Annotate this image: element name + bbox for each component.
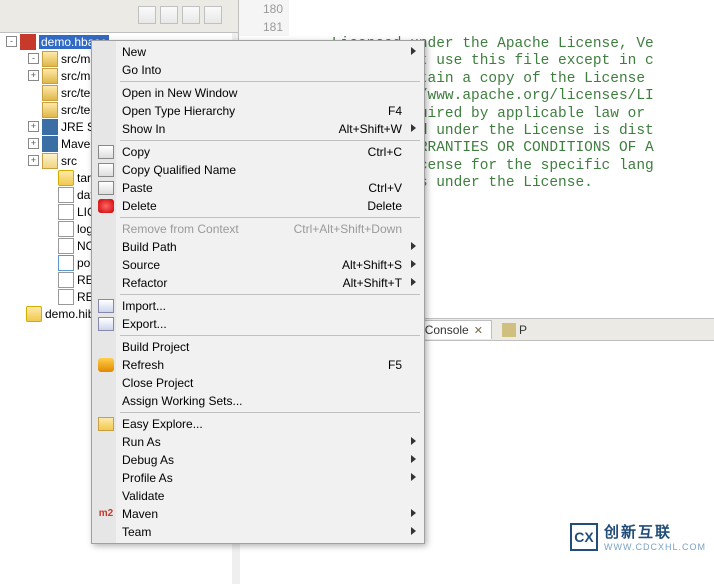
submenu-arrow-icon xyxy=(411,509,416,517)
expand-icon xyxy=(28,87,39,98)
delete-icon xyxy=(98,199,114,213)
toolbar-icon-2[interactable] xyxy=(160,6,178,24)
context-menu: New Go Into Open in New Window Open Type… xyxy=(91,40,425,544)
expand-icon[interactable]: - xyxy=(6,36,17,47)
fldr-icon xyxy=(26,306,42,322)
tab-p[interactable]: P xyxy=(494,321,535,339)
copy-icon xyxy=(98,145,114,159)
menu-new[interactable]: New xyxy=(94,43,422,61)
menu-copy-qualified-name[interactable]: Copy Qualified Name xyxy=(94,161,422,179)
menu-source[interactable]: SourceAlt+Shift+S xyxy=(94,256,422,274)
file-icon xyxy=(58,289,74,305)
submenu-arrow-icon xyxy=(411,473,416,481)
watermark-logo-icon: CX xyxy=(570,523,598,551)
submenu-arrow-icon xyxy=(411,242,416,250)
menu-assign-working-sets[interactable]: Assign Working Sets... xyxy=(94,392,422,410)
expand-icon[interactable]: - xyxy=(28,53,39,64)
import-icon xyxy=(98,299,114,313)
file-icon xyxy=(58,187,74,203)
expand-icon xyxy=(44,206,55,217)
menu-copy[interactable]: CopyCtrl+C xyxy=(94,143,422,161)
generic-tab-icon xyxy=(502,323,516,337)
file-icon xyxy=(58,221,74,237)
expand-icon xyxy=(28,104,39,115)
copy-icon xyxy=(98,163,114,177)
menu-delete[interactable]: DeleteDelete xyxy=(94,197,422,215)
expand-icon xyxy=(44,189,55,200)
expand-icon xyxy=(44,257,55,268)
refresh-icon xyxy=(98,358,114,372)
file-icon xyxy=(58,204,74,220)
fldr-icon xyxy=(58,170,74,186)
menu-refresh[interactable]: RefreshF5 xyxy=(94,356,422,374)
menu-debug-as[interactable]: Debug As xyxy=(94,451,422,469)
watermark: CX 创新互联 WWW.CDCXHL.COM xyxy=(570,521,706,552)
menu-build-project[interactable]: Build Project xyxy=(94,338,422,356)
menu-remove-from-context: Remove from ContextCtrl+Alt+Shift+Down xyxy=(94,220,422,238)
menu-refactor[interactable]: RefactorAlt+Shift+T xyxy=(94,274,422,292)
menu-build-path[interactable]: Build Path xyxy=(94,238,422,256)
jre-icon xyxy=(42,119,58,135)
menu-import[interactable]: Import... xyxy=(94,297,422,315)
menu-easy-explore[interactable]: Easy Explore... xyxy=(94,415,422,433)
menu-paste[interactable]: PasteCtrl+V xyxy=(94,179,422,197)
close-icon[interactable]: ✕ xyxy=(474,324,483,337)
toolbar-icon-1[interactable] xyxy=(138,6,156,24)
toolbar-icon-4[interactable] xyxy=(204,6,222,24)
line-number: 180 xyxy=(239,0,283,18)
menu-profile-as[interactable]: Profile As xyxy=(94,469,422,487)
submenu-arrow-icon xyxy=(411,47,416,55)
jre-icon xyxy=(42,136,58,152)
maven-project-icon xyxy=(20,34,36,50)
expand-icon[interactable]: + xyxy=(28,138,39,149)
submenu-arrow-icon xyxy=(411,260,416,268)
submenu-arrow-icon xyxy=(411,124,416,132)
expand-icon xyxy=(44,291,55,302)
submenu-arrow-icon xyxy=(411,527,416,535)
watermark-url: WWW.CDCXHL.COM xyxy=(604,542,706,552)
line-gutter: 180 181 xyxy=(239,0,289,36)
pkg-icon xyxy=(42,68,58,84)
menu-show-in[interactable]: Show InAlt+Shift+W xyxy=(94,120,422,138)
file-icon xyxy=(58,238,74,254)
srcf-icon xyxy=(42,153,58,169)
line-number: 181 xyxy=(239,18,283,36)
menu-maven[interactable]: m2Maven xyxy=(94,505,422,523)
menu-go-into[interactable]: Go Into xyxy=(94,61,422,79)
tree-item-label: src/te xyxy=(61,103,90,117)
expand-icon[interactable]: + xyxy=(28,155,39,166)
expand-icon xyxy=(44,240,55,251)
submenu-arrow-icon xyxy=(411,278,416,286)
tree-item-label: src/te xyxy=(61,86,90,100)
file-icon xyxy=(58,272,74,288)
menu-open-type-hierarchy[interactable]: Open Type HierarchyF4 xyxy=(94,102,422,120)
expand-icon xyxy=(44,274,55,285)
watermark-text: 创新互联 xyxy=(604,521,706,542)
menu-export[interactable]: Export... xyxy=(94,315,422,333)
submenu-arrow-icon xyxy=(411,455,416,463)
expand-icon xyxy=(44,223,55,234)
pkg-icon xyxy=(42,85,58,101)
submenu-arrow-icon xyxy=(411,437,416,445)
menu-close-project[interactable]: Close Project xyxy=(94,374,422,392)
paste-icon xyxy=(98,181,114,195)
xml-icon xyxy=(58,255,74,271)
menu-open-new-window[interactable]: Open in New Window xyxy=(94,84,422,102)
maven-icon: m2 xyxy=(98,507,114,521)
menu-validate[interactable]: Validate xyxy=(94,487,422,505)
expand-icon[interactable]: + xyxy=(28,121,39,132)
folder-icon xyxy=(98,417,114,431)
pkg-icon xyxy=(42,51,58,67)
export-icon xyxy=(98,317,114,331)
expand-icon xyxy=(12,308,23,319)
menu-team[interactable]: Team xyxy=(94,523,422,541)
menu-run-as[interactable]: Run As xyxy=(94,433,422,451)
toolbar-icon-3[interactable] xyxy=(182,6,200,24)
pkg-icon xyxy=(42,102,58,118)
tree-item-label: src xyxy=(61,154,77,168)
expand-icon xyxy=(44,172,55,183)
expand-icon[interactable]: + xyxy=(28,70,39,81)
